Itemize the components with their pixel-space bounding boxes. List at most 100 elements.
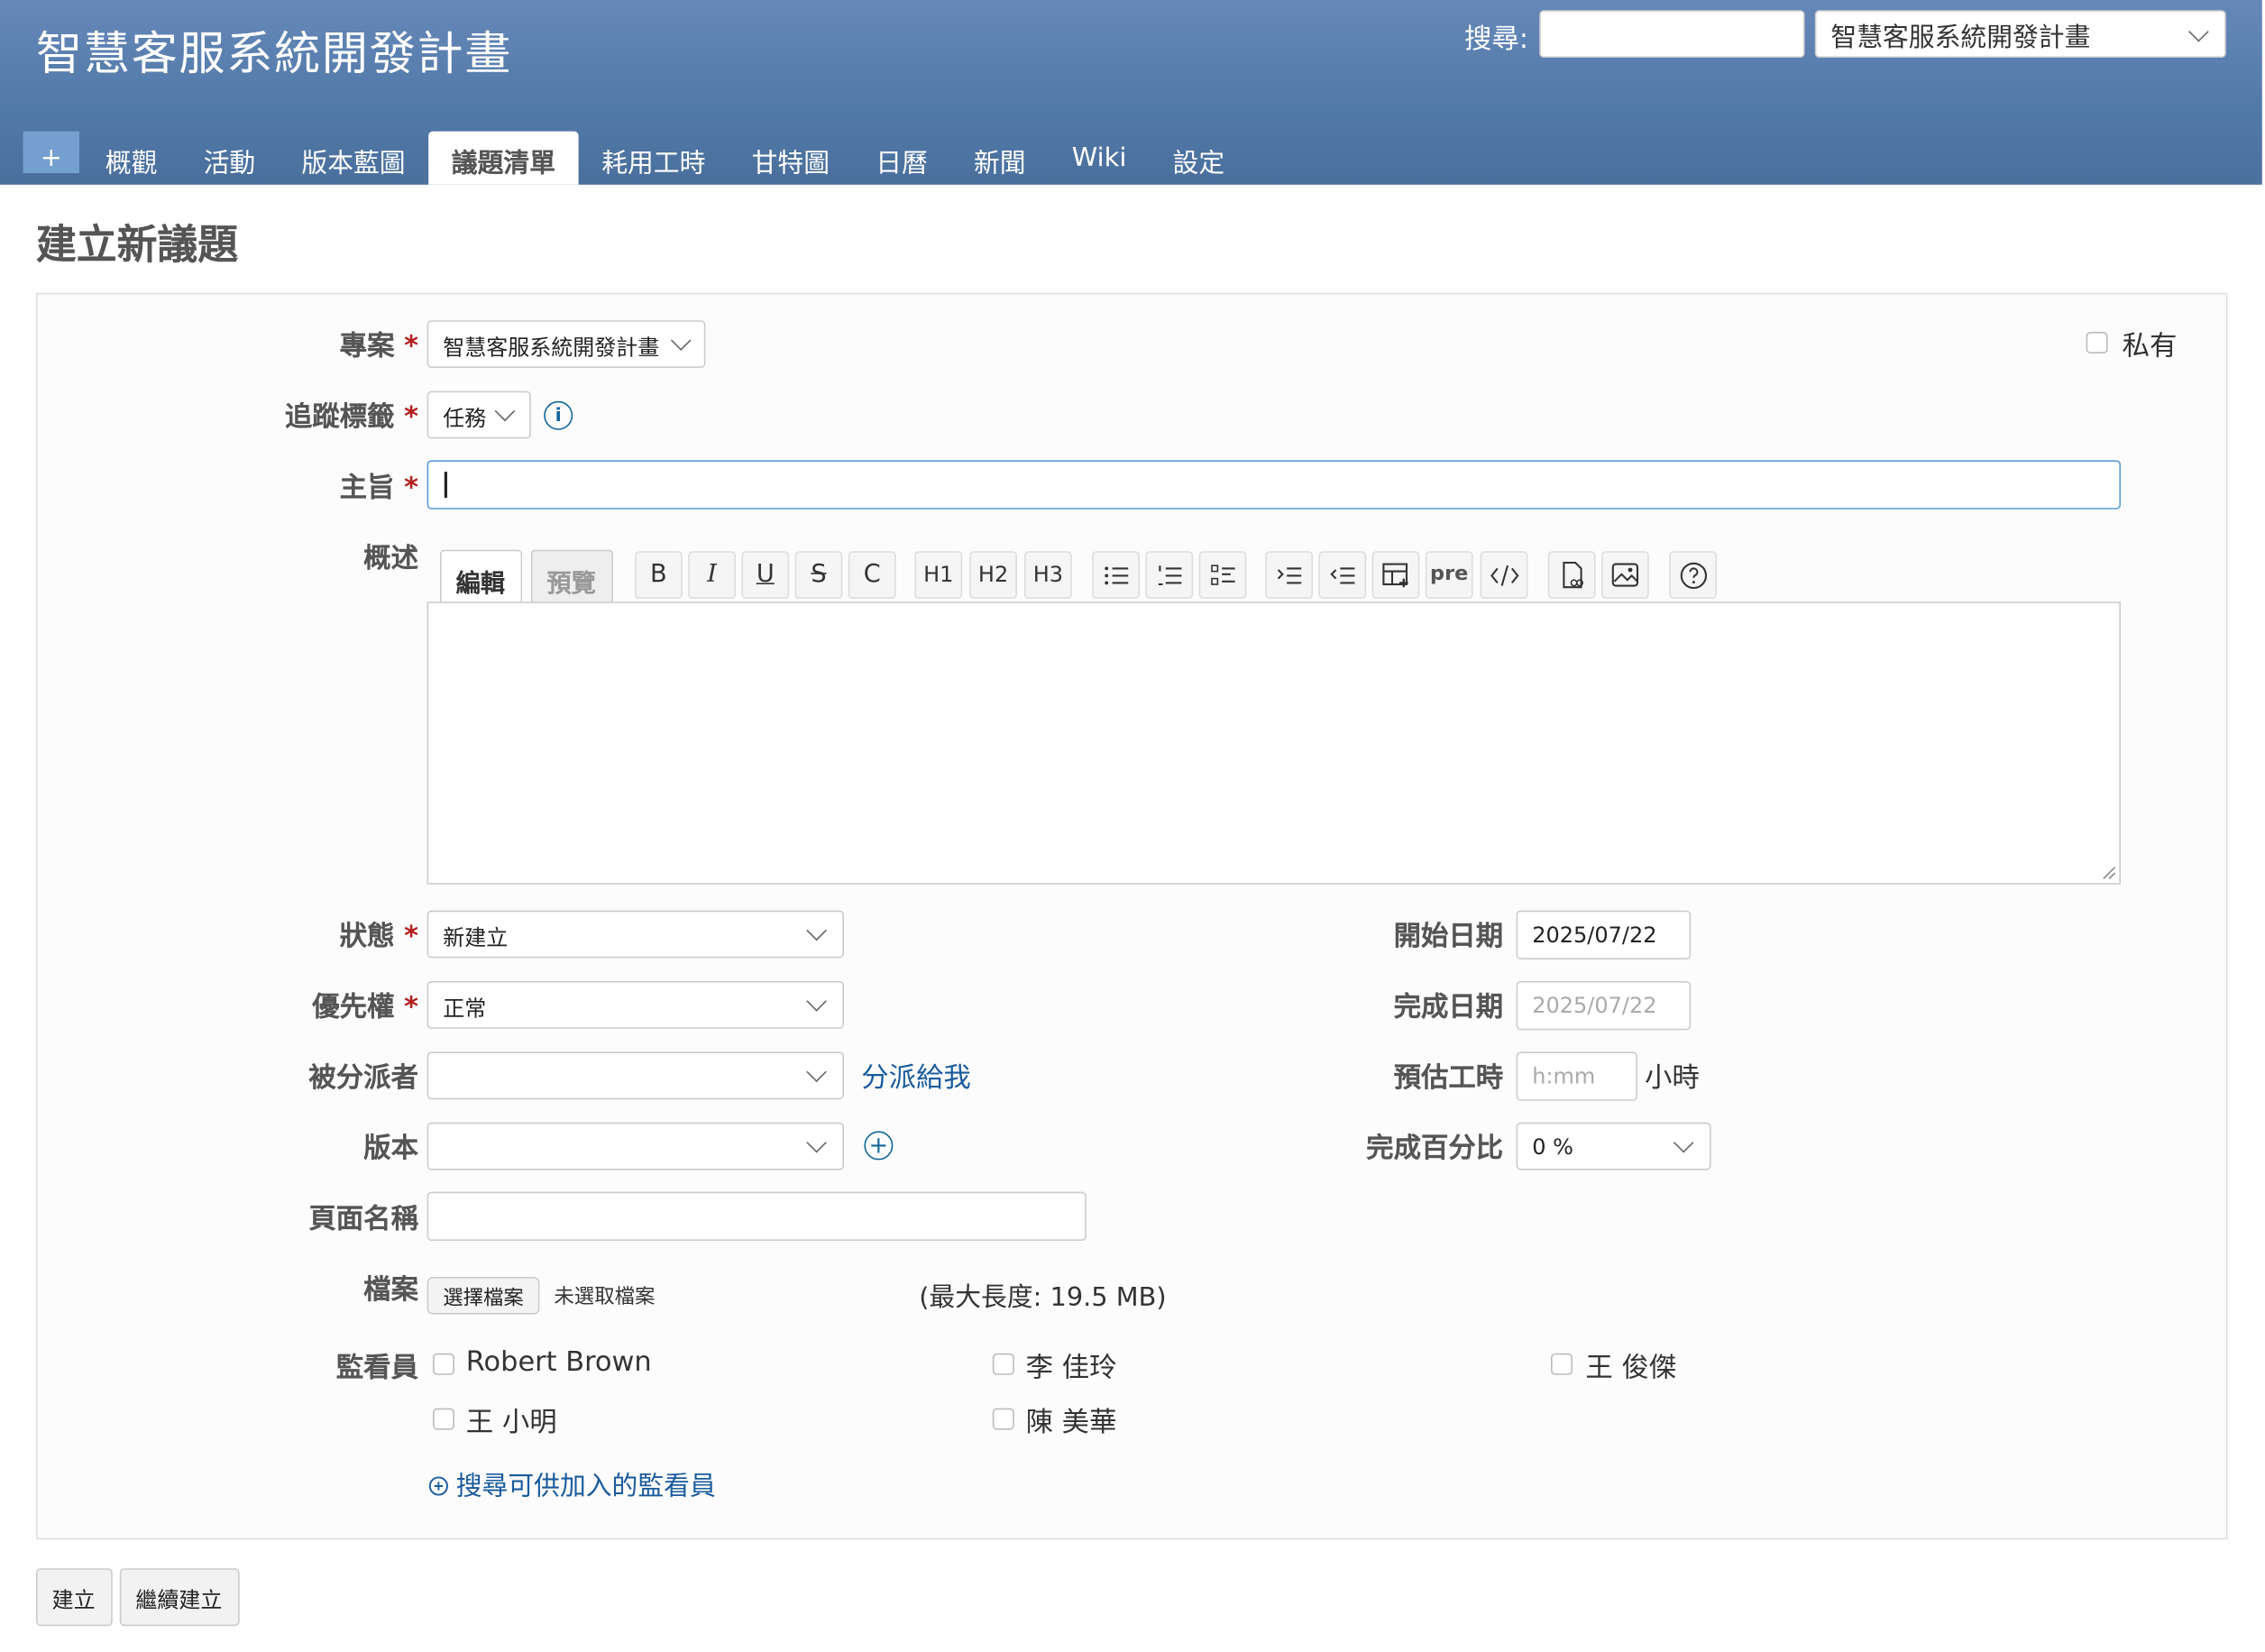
start-date-input[interactable]: 2025/07/22: [1516, 910, 1692, 959]
numbered-list-button[interactable]: [1145, 551, 1194, 599]
chevron-down-icon: [2188, 21, 2209, 42]
search-watchers-text: 搜尋可供加入的監看員: [455, 1472, 716, 1502]
heading2-button[interactable]: H2: [969, 551, 1017, 599]
max-size-note: (最大長度: 19.5 MB): [919, 1282, 1167, 1313]
underline-button[interactable]: U: [741, 551, 790, 599]
private-label: 私有: [2122, 330, 2178, 363]
code-button[interactable]: [1480, 551, 1528, 599]
tab-overview[interactable]: 概觀: [82, 132, 180, 185]
watcher-checkbox[interactable]: [992, 1353, 1014, 1375]
private-checkbox[interactable]: [2086, 332, 2108, 353]
description-textarea[interactable]: [426, 601, 2122, 885]
chevron-down-icon: [806, 991, 827, 1012]
project-label: 專案 *: [260, 325, 418, 363]
tracker-label-text: 追蹤標籤: [284, 400, 395, 433]
resize-handle-icon[interactable]: [2102, 866, 2116, 880]
main-menu: + 概觀 活動 版本藍圖 議題清單 耗用工時 甘特圖 日曆 新聞 Wiki 設定: [23, 131, 1248, 185]
watcher-checkbox[interactable]: [433, 1353, 454, 1375]
watcher-name: 王 俊傑: [1585, 1352, 1677, 1384]
watcher-name: Robert Brown: [465, 1345, 652, 1378]
search-watchers-link[interactable]: 搜尋可供加入的監看員: [428, 1466, 716, 1504]
heading1-button[interactable]: H1: [914, 551, 963, 599]
tab-activity[interactable]: 活動: [180, 132, 279, 185]
estimated-hours-input[interactable]: h:mm: [1516, 1051, 1637, 1101]
status-select[interactable]: 新建立: [426, 910, 844, 959]
choose-file-button[interactable]: 選擇檔案: [426, 1277, 540, 1315]
attachment-button[interactable]: [1547, 551, 1596, 599]
pre-button[interactable]: pre: [1425, 551, 1473, 599]
text-cursor: [444, 472, 447, 498]
wiki-page-input[interactable]: [426, 1191, 1087, 1241]
required-mark: *: [404, 472, 418, 504]
watcher-checkbox[interactable]: [992, 1408, 1014, 1430]
chevron-down-icon: [806, 1061, 827, 1083]
table-icon: [1381, 563, 1408, 588]
tab-new-object[interactable]: +: [23, 131, 80, 173]
tab-preview[interactable]: 預覽: [530, 549, 613, 603]
file-label: 檔案: [363, 1273, 418, 1306]
chevron-down-icon: [806, 920, 827, 941]
image-icon: [1610, 563, 1638, 587]
inline-code-button[interactable]: C: [848, 551, 896, 599]
assign-to-me-link[interactable]: 分派給我: [861, 1056, 971, 1095]
help-button[interactable]: [1669, 551, 1717, 599]
italic-button[interactable]: I: [688, 551, 736, 599]
outdent-button[interactable]: [1318, 551, 1367, 599]
watcher-name: 陳 美華: [1025, 1407, 1117, 1439]
tab-edit[interactable]: 編輯: [440, 549, 523, 603]
indent-button[interactable]: [1265, 551, 1313, 599]
project-select[interactable]: 智慧客服系統開發計畫: [426, 320, 706, 368]
version-label: 版本: [363, 1133, 418, 1165]
priority-select-value: 正常: [443, 996, 487, 1022]
status-label: 狀態 *: [260, 914, 418, 953]
priority-label-text: 優先權: [312, 991, 395, 1023]
tab-gantt[interactable]: 甘特圖: [729, 132, 853, 185]
watcher-checkbox[interactable]: [1551, 1353, 1573, 1375]
tab-calendar[interactable]: 日曆: [853, 132, 951, 185]
subject-label: 主旨 *: [260, 466, 418, 505]
watcher-checkbox[interactable]: [433, 1408, 454, 1430]
heading3-button[interactable]: H3: [1024, 551, 1072, 599]
strikethrough-button[interactable]: S: [794, 551, 843, 599]
done-ratio-select[interactable]: 0 %: [1516, 1122, 1711, 1170]
status-select-value: 新建立: [443, 924, 509, 951]
tab-time-entries[interactable]: 耗用工時: [579, 132, 729, 185]
code-icon: [1490, 564, 1518, 586]
bullet-list-button[interactable]: [1092, 551, 1140, 599]
tab-issues[interactable]: 議題清單: [428, 131, 579, 185]
task-list-button[interactable]: [1198, 551, 1247, 599]
bold-button[interactable]: B: [635, 551, 683, 599]
info-icon[interactable]: i: [544, 400, 573, 430]
tab-wiki[interactable]: Wiki: [1049, 132, 1150, 185]
project-title[interactable]: 智慧客服系統開發計畫: [36, 17, 512, 84]
done-ratio-label: 完成百分比: [1366, 1133, 1504, 1165]
list-task-icon: [1210, 564, 1234, 585]
project-jump-select[interactable]: 智慧客服系統開發計畫: [1814, 10, 2226, 58]
tab-roadmap[interactable]: 版本藍圖: [279, 132, 428, 185]
required-mark: *: [404, 400, 418, 433]
create-button[interactable]: 建立: [36, 1568, 113, 1627]
search-input[interactable]: [1539, 10, 1805, 58]
add-version-icon[interactable]: +: [864, 1131, 894, 1161]
due-date-input[interactable]: 2025/07/22: [1516, 981, 1692, 1031]
strikethrough-icon: S: [811, 559, 827, 589]
tab-news[interactable]: 新聞: [950, 132, 1049, 185]
wiki-page-label: 頁面名稱: [308, 1203, 418, 1235]
list-numbered-icon: [1158, 565, 1181, 586]
table-button[interactable]: [1371, 551, 1420, 599]
image-button[interactable]: [1601, 551, 1649, 599]
assignee-select[interactable]: [426, 1051, 844, 1100]
subject-input[interactable]: [426, 460, 2122, 509]
status-label-text: 狀態: [339, 920, 395, 952]
pre-icon: pre: [1430, 563, 1469, 586]
version-select[interactable]: [426, 1122, 844, 1170]
priority-select[interactable]: 正常: [426, 981, 844, 1029]
tab-settings[interactable]: 設定: [1150, 132, 1248, 185]
indent-icon: [1277, 567, 1301, 584]
underline-icon: U: [756, 559, 775, 589]
chevron-down-icon: [670, 330, 692, 351]
tracker-select[interactable]: 任務: [426, 390, 531, 439]
chevron-down-icon: [1673, 1132, 1694, 1153]
continue-button[interactable]: 繼續建立: [119, 1568, 240, 1627]
list-bullet-icon: [1104, 566, 1128, 585]
